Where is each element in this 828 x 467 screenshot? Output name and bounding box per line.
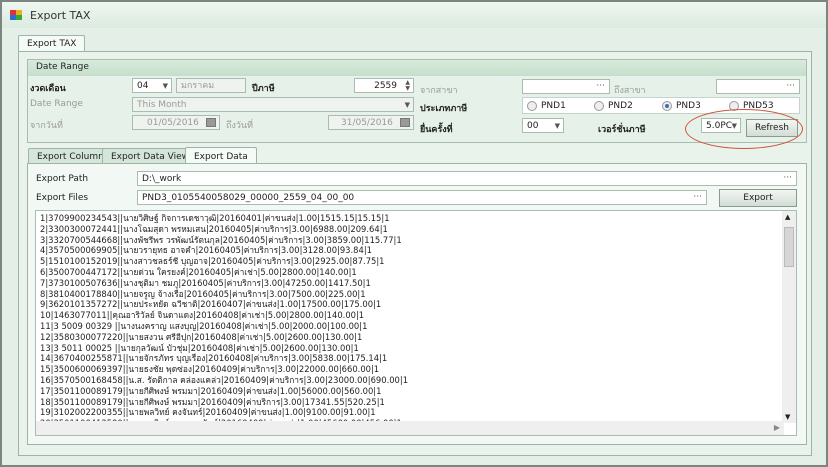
scroll-right-icon[interactable]: ▶	[774, 423, 780, 432]
chevron-down-icon: ▼	[162, 82, 168, 90]
radio-label: PND3	[676, 101, 701, 111]
export-line: 2|3300300072441||นางโฉมสุดา พรหมเสน|2016…	[40, 223, 388, 234]
to-branch-field[interactable]: ···	[716, 79, 800, 94]
export-data-textarea[interactable]: 1|3709900234543||นายวิศิษฐ์ กิจการเดชาวุ…	[35, 210, 797, 436]
export-line: 7|3730100507636||นางชุติมา ชมภู|20160405…	[40, 277, 371, 288]
radio-pnd2[interactable]: PND2	[594, 101, 633, 111]
tax-version-label: เวอร์ชั่นภาษี	[598, 125, 646, 135]
month-name-field: มกราคม	[176, 78, 246, 93]
horizontal-scrollbar[interactable]: ▶	[36, 421, 784, 435]
tax-year-spinner[interactable]: 2559 ▲ ▼	[354, 78, 414, 93]
date-range-label: Date Range	[30, 99, 83, 109]
export-line: 1|3709900234543||นายวิศิษฐ์ กิจการเดชาวุ…	[40, 213, 390, 223]
calendar-icon[interactable]	[400, 118, 410, 127]
export-line: 3|3320700544668||นางพัชรีพร วรพัฒน์รัตนก…	[40, 234, 402, 245]
export-button[interactable]: Export	[719, 189, 797, 207]
from-date-picker[interactable]: 01/05/2016	[132, 115, 220, 130]
spinner-arrows-icon[interactable]: ▲ ▼	[405, 80, 410, 92]
to-branch-label: ถึงสาขา	[614, 86, 646, 96]
highlight-annotation	[685, 109, 803, 149]
scroll-thumb[interactable]	[784, 227, 794, 267]
date-range-value: This Month	[137, 100, 187, 110]
to-date-label: ถึงวันที่	[226, 121, 253, 131]
period-label: งวดเดือน	[30, 84, 66, 94]
export-line: 16|3570500168458||น.ส. รัตติกาล คล่องแคล…	[40, 374, 409, 385]
radio-icon	[594, 101, 604, 111]
to-date-picker[interactable]: 31/05/2016	[328, 115, 414, 130]
export-path-field[interactable]: D:\_work ···	[137, 171, 797, 186]
from-branch-field[interactable]: ···	[522, 79, 610, 94]
browse-icon[interactable]: ···	[783, 172, 792, 184]
from-date-value: 01/05/2016	[147, 118, 199, 128]
export-line: 17|3501100089179||นายกีศิพงษ์ พรมมา|2016…	[40, 385, 382, 396]
tab-export-tax[interactable]: Export TAX	[18, 35, 86, 52]
radio-pnd1[interactable]: PND1	[527, 101, 566, 111]
export-line: 10|1463077011||คุณอาริวัลย์ จินดาแดง|201…	[40, 310, 365, 321]
export-line: 13|3 5011 00025 ||นายกุลวัฒน์ บัวชุ่ม|20…	[40, 342, 359, 353]
browse-icon[interactable]: ···	[693, 191, 702, 203]
tax-type-label: ประเภทภาษี	[420, 104, 468, 114]
export-files-label: Export Files	[36, 193, 89, 203]
date-range-header: Date Range	[28, 60, 806, 76]
export-line: 9|3620101357272||นายประหยัด ฉวีชาติ|2016…	[40, 299, 382, 310]
tax-year-label: ปีภาษี	[252, 84, 275, 94]
filing-value: 00	[527, 121, 539, 131]
export-line: 18|3501100089179||นายกีศิพงษ์ พรมมา|2016…	[40, 396, 385, 407]
calendar-icon[interactable]	[206, 118, 216, 127]
vertical-scrollbar[interactable]: ▲ ▼	[782, 211, 796, 423]
radio-label: PND2	[608, 101, 633, 111]
export-files-value: PND3_0105540058029_00000_2559_04_00_00	[142, 193, 355, 203]
export-line: 15|3500600069397||นายธงชัย พุดซ่อง|20160…	[40, 364, 380, 375]
browse-icon[interactable]: ···	[596, 80, 605, 92]
export-line: 11|3 5009 00329 ||นางนงคราญ แสงบุญ|20160…	[40, 320, 368, 331]
window-title: Export TAX	[30, 8, 91, 22]
chevron-down-icon: ▼	[554, 122, 560, 130]
from-date-label: จากวันที่	[30, 121, 63, 131]
export-tax-window: Export TAX Export TAX Date Range งวดเดือ…	[0, 0, 828, 467]
radio-pnd3[interactable]: PND3	[662, 101, 701, 111]
export-line: 14|3670400255871||นายจักรภัทร บุญเรือง|2…	[40, 353, 388, 364]
scroll-down-icon[interactable]: ▼	[785, 413, 790, 421]
radio-icon	[527, 101, 537, 111]
from-branch-label: จากสาขา	[420, 86, 458, 96]
export-line: 5|1510100152019||นางสาวชลธร์ชี บุญอาจ|20…	[40, 256, 385, 267]
title-bar: Export TAX	[2, 2, 826, 28]
export-line: 19|3102002200355||นายพลวิทย์ คงจันทร์|20…	[40, 407, 376, 418]
period-dropdown[interactable]: 04 ▼	[132, 78, 172, 93]
browse-icon[interactable]: ···	[786, 80, 795, 92]
export-line: 8|3810400178840||นายจรูญ จ้างเรือ|201604…	[40, 288, 366, 299]
export-line: 4|3570500069905||นายวรายุทธ อาจคำ|201604…	[40, 245, 372, 256]
export-files-field[interactable]: PND3_0105540058029_00000_2559_04_00_00 ··…	[137, 190, 707, 205]
to-date-value: 31/05/2016	[341, 118, 393, 128]
export-line: 12|3580300077220||นายสงวน ศรีอีปุก|20160…	[40, 331, 363, 342]
export-line: 6|3500700447172||นายด่วน ใครยงค์|2016040…	[40, 266, 357, 277]
radio-label: PND1	[541, 101, 566, 111]
scroll-up-icon[interactable]: ▲	[785, 213, 790, 221]
tax-year-value: 2559	[374, 81, 397, 91]
period-value: 04	[137, 81, 149, 91]
export-lines: 1|3709900234543||นายวิศิษฐ์ กิจการเดชาวุ…	[40, 213, 409, 435]
chevron-down-icon: ▼	[404, 101, 410, 109]
filing-dropdown[interactable]: 00 ▼	[522, 118, 564, 133]
app-icon	[10, 10, 22, 20]
radio-selected-icon	[662, 101, 672, 111]
export-path-label: Export Path	[36, 174, 89, 184]
filing-label: ยื่นครั้งที่	[420, 125, 453, 135]
export-path-value: D:\_work	[142, 174, 182, 184]
date-range-dropdown[interactable]: This Month ▼	[132, 97, 414, 112]
